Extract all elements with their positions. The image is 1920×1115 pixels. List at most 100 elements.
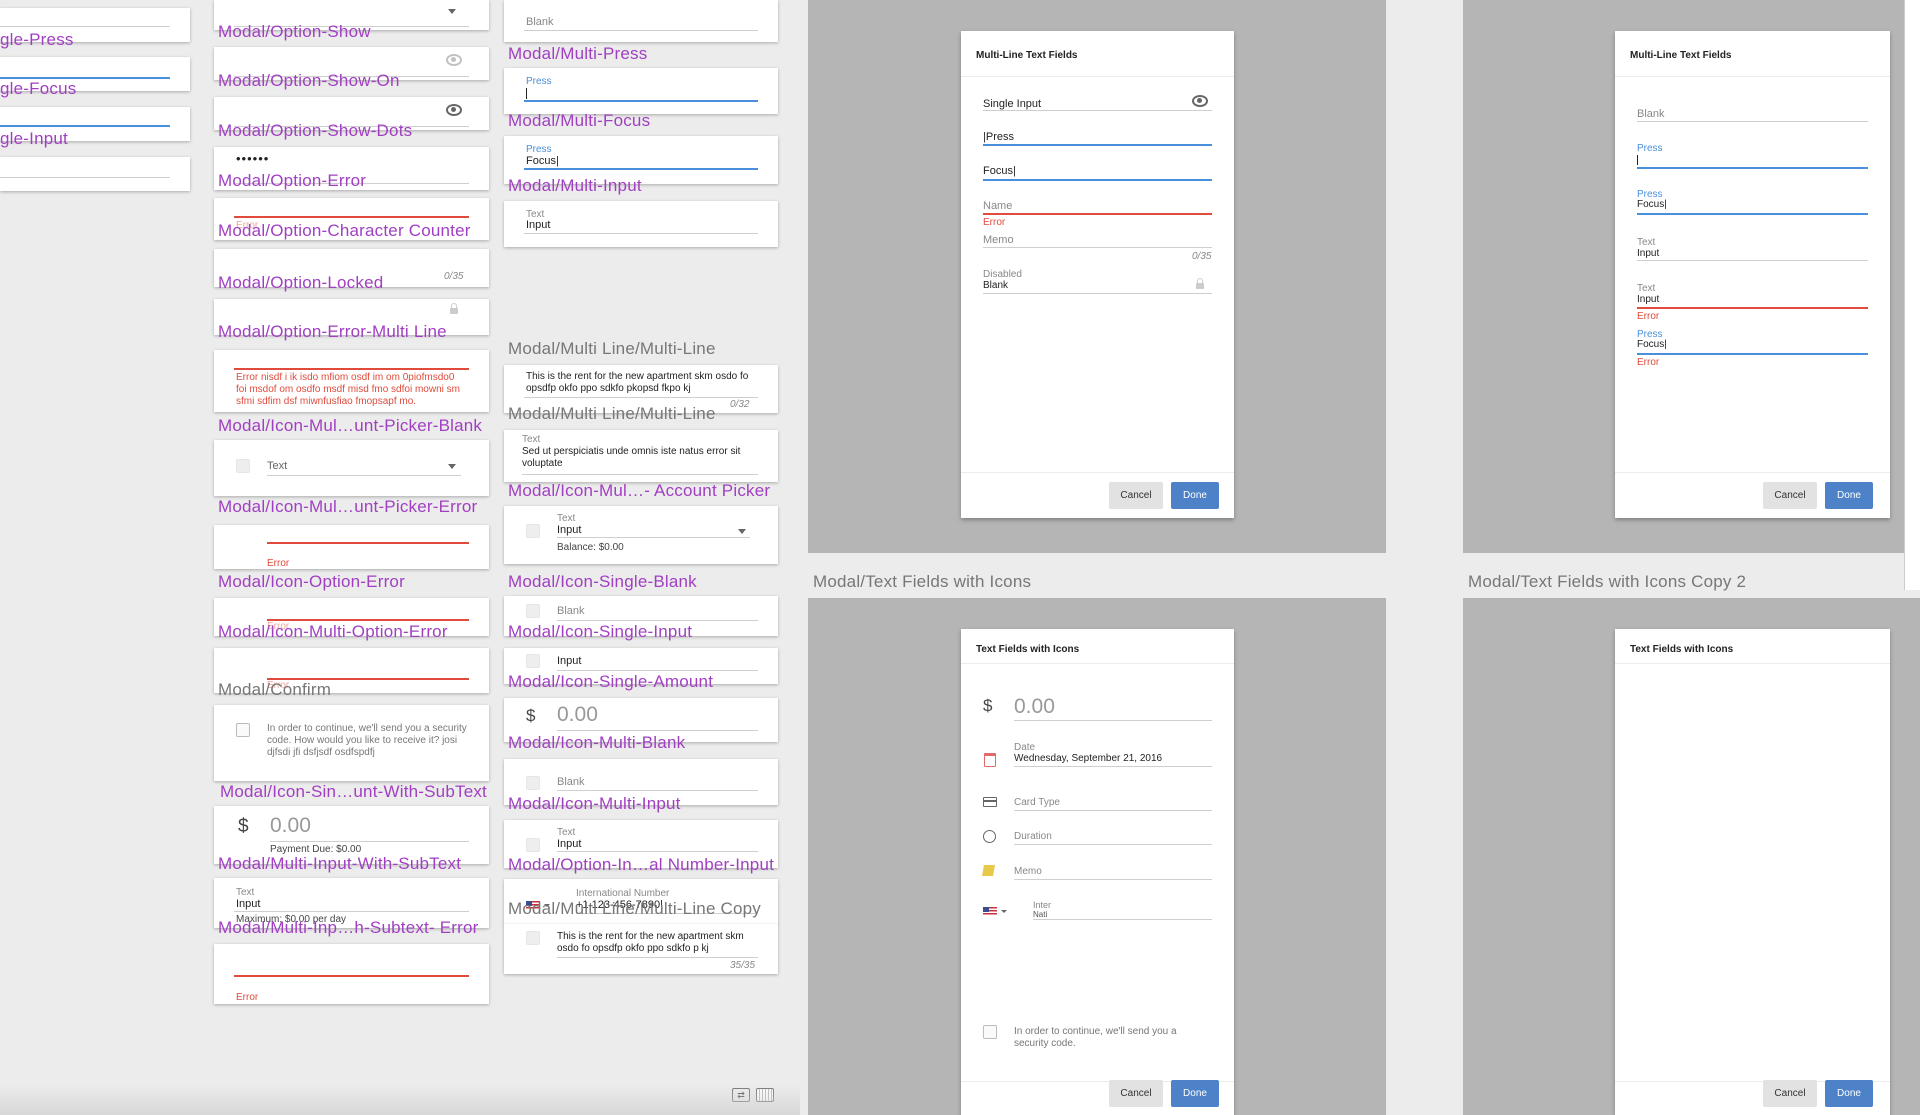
cancel-button[interactable]: Cancel <box>1763 482 1817 509</box>
option-char-counter-label: Modal/Option-Character Counter <box>218 221 471 240</box>
modal-multiline-top-right: Multi-Line Text Fields Blank Press Press… <box>1615 31 1890 518</box>
dollar-sign: $ <box>238 816 249 837</box>
name-field[interactable]: Name <box>983 200 1012 212</box>
blank-placeholder: Blank <box>557 605 585 617</box>
caret-down-icon[interactable] <box>738 529 746 534</box>
lock-icon <box>1196 278 1204 289</box>
field-value[interactable]: Input <box>1637 294 1659 305</box>
modal-multiline-top-left: Multi-Line Text Fields Single Input |Pre… <box>961 31 1234 518</box>
cancel-button[interactable]: Cancel <box>1109 482 1163 509</box>
field-value[interactable]: Input <box>557 838 581 850</box>
single-input-field[interactable]: Single Input <box>983 98 1041 110</box>
icon-option-error-label: Modal/Icon-Option-Error <box>218 572 405 591</box>
error-text: Error <box>236 992 259 1003</box>
option-locked-label: Modal/Option-Locked <box>218 273 384 292</box>
amount-value[interactable]: 0.00 <box>270 814 311 838</box>
multiline-b-card[interactable]: Text Sed ut perspiciatis unde omnis iste… <box>504 430 778 482</box>
amount-value[interactable]: 0.00 <box>1014 695 1055 719</box>
eye-icon[interactable] <box>446 104 462 116</box>
modal-text-fields-icons-right: Text Fields with Icons Cancel Done <box>1615 629 1890 1115</box>
caret-down-icon[interactable] <box>448 9 456 14</box>
memo-field[interactable]: Memo <box>983 234 1014 246</box>
modal-title: Text Fields with Icons <box>976 644 1080 655</box>
caret-down-icon[interactable] <box>1001 910 1007 913</box>
icon-mul-account-picker-card[interactable]: Text Input Balance: $0.00 <box>504 506 778 564</box>
error-multiline-card[interactable]: Error nisdf i ik isdo mfiom osdf im om 0… <box>214 350 489 412</box>
us-flag-icon[interactable] <box>983 907 997 916</box>
single-blank-card[interactable] <box>0 157 190 191</box>
card-type-field[interactable]: Card Type <box>1014 797 1060 808</box>
password-dots: •••••• <box>236 151 270 166</box>
multi-focus-card[interactable]: Press <box>504 68 778 114</box>
artboard-bl-heading: Modal/Text Fields with Icons <box>813 572 1032 591</box>
multi-inp-subtext-error-card[interactable]: Error <box>214 944 489 1004</box>
done-button[interactable]: Done <box>1171 1080 1219 1107</box>
option-show-on-label: Modal/Option-Show-On <box>218 71 400 90</box>
icon-placeholder <box>526 931 540 945</box>
dollar-sign: $ <box>526 706 536 725</box>
memo-field[interactable]: Memo <box>1014 866 1042 877</box>
cancel-button[interactable]: Cancel <box>1109 1080 1163 1107</box>
calendar-icon[interactable] <box>984 753 996 767</box>
field-label: Text <box>1637 283 1656 294</box>
icon-mul-picker-blank-card[interactable]: Text <box>214 440 489 496</box>
icon-mul-picker-blank-label: Modal/Icon-Mul…unt-Picker-Blank <box>218 416 483 435</box>
done-button[interactable]: Done <box>1825 482 1873 509</box>
rent-text[interactable]: This is the rent for the new apartment s… <box>526 371 756 395</box>
focus-value[interactable]: Focus| <box>526 155 559 167</box>
press-field[interactable]: |Press <box>983 131 1014 143</box>
option-show-label: Modal/Option-Show <box>218 22 371 41</box>
cancel-button[interactable]: Cancel <box>1763 1080 1817 1107</box>
field-value[interactable]: Input <box>1637 248 1659 259</box>
field-value[interactable]: Input <box>557 524 581 536</box>
multi-focus-label: Modal/Multi-Focus <box>508 111 651 130</box>
error-text: Error <box>267 558 290 569</box>
balance: Balance: $0.00 <box>557 542 624 553</box>
modal-text-fields-icons-left: Text Fields with Icons $ 0.00 Date Wedne… <box>961 629 1234 1115</box>
char-counter: 0/35 <box>1192 251 1212 262</box>
field-label: Text <box>557 827 576 838</box>
focus-value[interactable]: Focus| <box>1637 339 1667 350</box>
confirm-card[interactable]: In order to continue, we'll send you a s… <box>214 705 489 781</box>
error-text: Error <box>1637 357 1660 368</box>
single-press-label: gle-Press <box>0 30 74 49</box>
intl-label: International Number <box>576 888 670 899</box>
eye-icon[interactable] <box>1192 95 1208 107</box>
rent-text[interactable]: This is the rent for the new apartment s… <box>557 931 757 955</box>
right-edge-sliver <box>1904 0 1920 590</box>
focus-value[interactable]: Focus| <box>1637 199 1667 210</box>
disabled-value: Blank <box>983 280 1009 291</box>
blank-field[interactable]: Blank <box>1637 108 1665 120</box>
lorem-text[interactable]: Sed ut perspiciatis unde omnis iste natu… <box>522 446 752 470</box>
duration-field[interactable]: Duration <box>1014 831 1052 842</box>
multiline-copy-card[interactable]: This is the rent for the new apartment s… <box>504 924 778 974</box>
checkbox-icon[interactable] <box>236 723 250 737</box>
single-focus-label: gle-Focus <box>0 79 77 98</box>
amount-value[interactable]: 0.00 <box>557 703 598 727</box>
icon-multi-blank-label: Modal/Icon-Multi-Blank <box>508 733 686 752</box>
press-label: Press <box>526 144 552 155</box>
icon-placeholder <box>526 838 540 852</box>
multi-input-subtext-label: Modal/Multi-Input-With-SubText <box>218 854 462 873</box>
option-error-multiline-label: Modal/Option-Error-Multi Line <box>218 322 447 341</box>
caret-down-icon[interactable] <box>448 464 456 469</box>
char-counter: 0/35 <box>444 271 464 282</box>
inter-sub: Nati <box>1033 910 1048 919</box>
icon-mul-picker-error-label: Modal/Icon-Mul…unt-Picker-Error <box>218 497 478 516</box>
modal-title: Text Fields with Icons <box>1630 644 1734 655</box>
checkbox-icon[interactable] <box>983 1025 997 1039</box>
icon-placeholder <box>526 604 540 618</box>
done-button[interactable]: Done <box>1171 482 1219 509</box>
focus-field[interactable]: Focus| <box>983 165 1016 177</box>
eye-icon[interactable] <box>446 54 462 66</box>
multi-press-card[interactable]: Blank <box>504 0 778 42</box>
field-value[interactable]: Input <box>236 898 260 910</box>
field-value[interactable]: Input <box>557 655 581 667</box>
date-value[interactable]: Wednesday, September 21, 2016 <box>1014 753 1162 764</box>
done-button[interactable]: Done <box>1825 1080 1873 1107</box>
icon-mul-picker-error-card[interactable]: Error <box>214 525 489 569</box>
artboard-br-heading: Modal/Text Fields with Icons Copy 2 <box>1468 572 1747 591</box>
field-value[interactable]: Input <box>526 219 550 231</box>
multi-input-label: Modal/Multi-Input <box>508 176 642 195</box>
multi-input-text-card[interactable]: Text Input <box>504 201 778 247</box>
